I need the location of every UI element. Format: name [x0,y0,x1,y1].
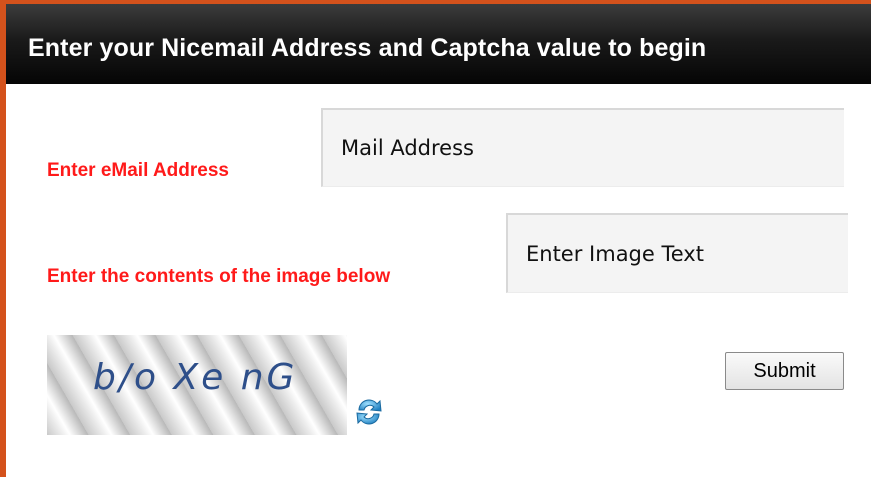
panel-title: Enter your Nicemail Address and Captcha … [28,34,707,62]
captcha-label: Enter the contents of the image below [47,266,391,287]
email-input[interactable] [321,108,844,187]
refresh-icon[interactable] [353,396,385,428]
submit-button[interactable]: Submit [725,352,844,390]
panel-header: Enter your Nicemail Address and Captcha … [6,4,871,84]
captcha-input[interactable] [506,213,848,293]
captcha-login-panel: Enter your Nicemail Address and Captcha … [0,0,871,477]
email-label: Enter eMail Address [47,160,229,181]
captcha-image-text: b/o Xe nG [93,357,298,398]
captcha-image: b/o Xe nG [47,335,347,435]
